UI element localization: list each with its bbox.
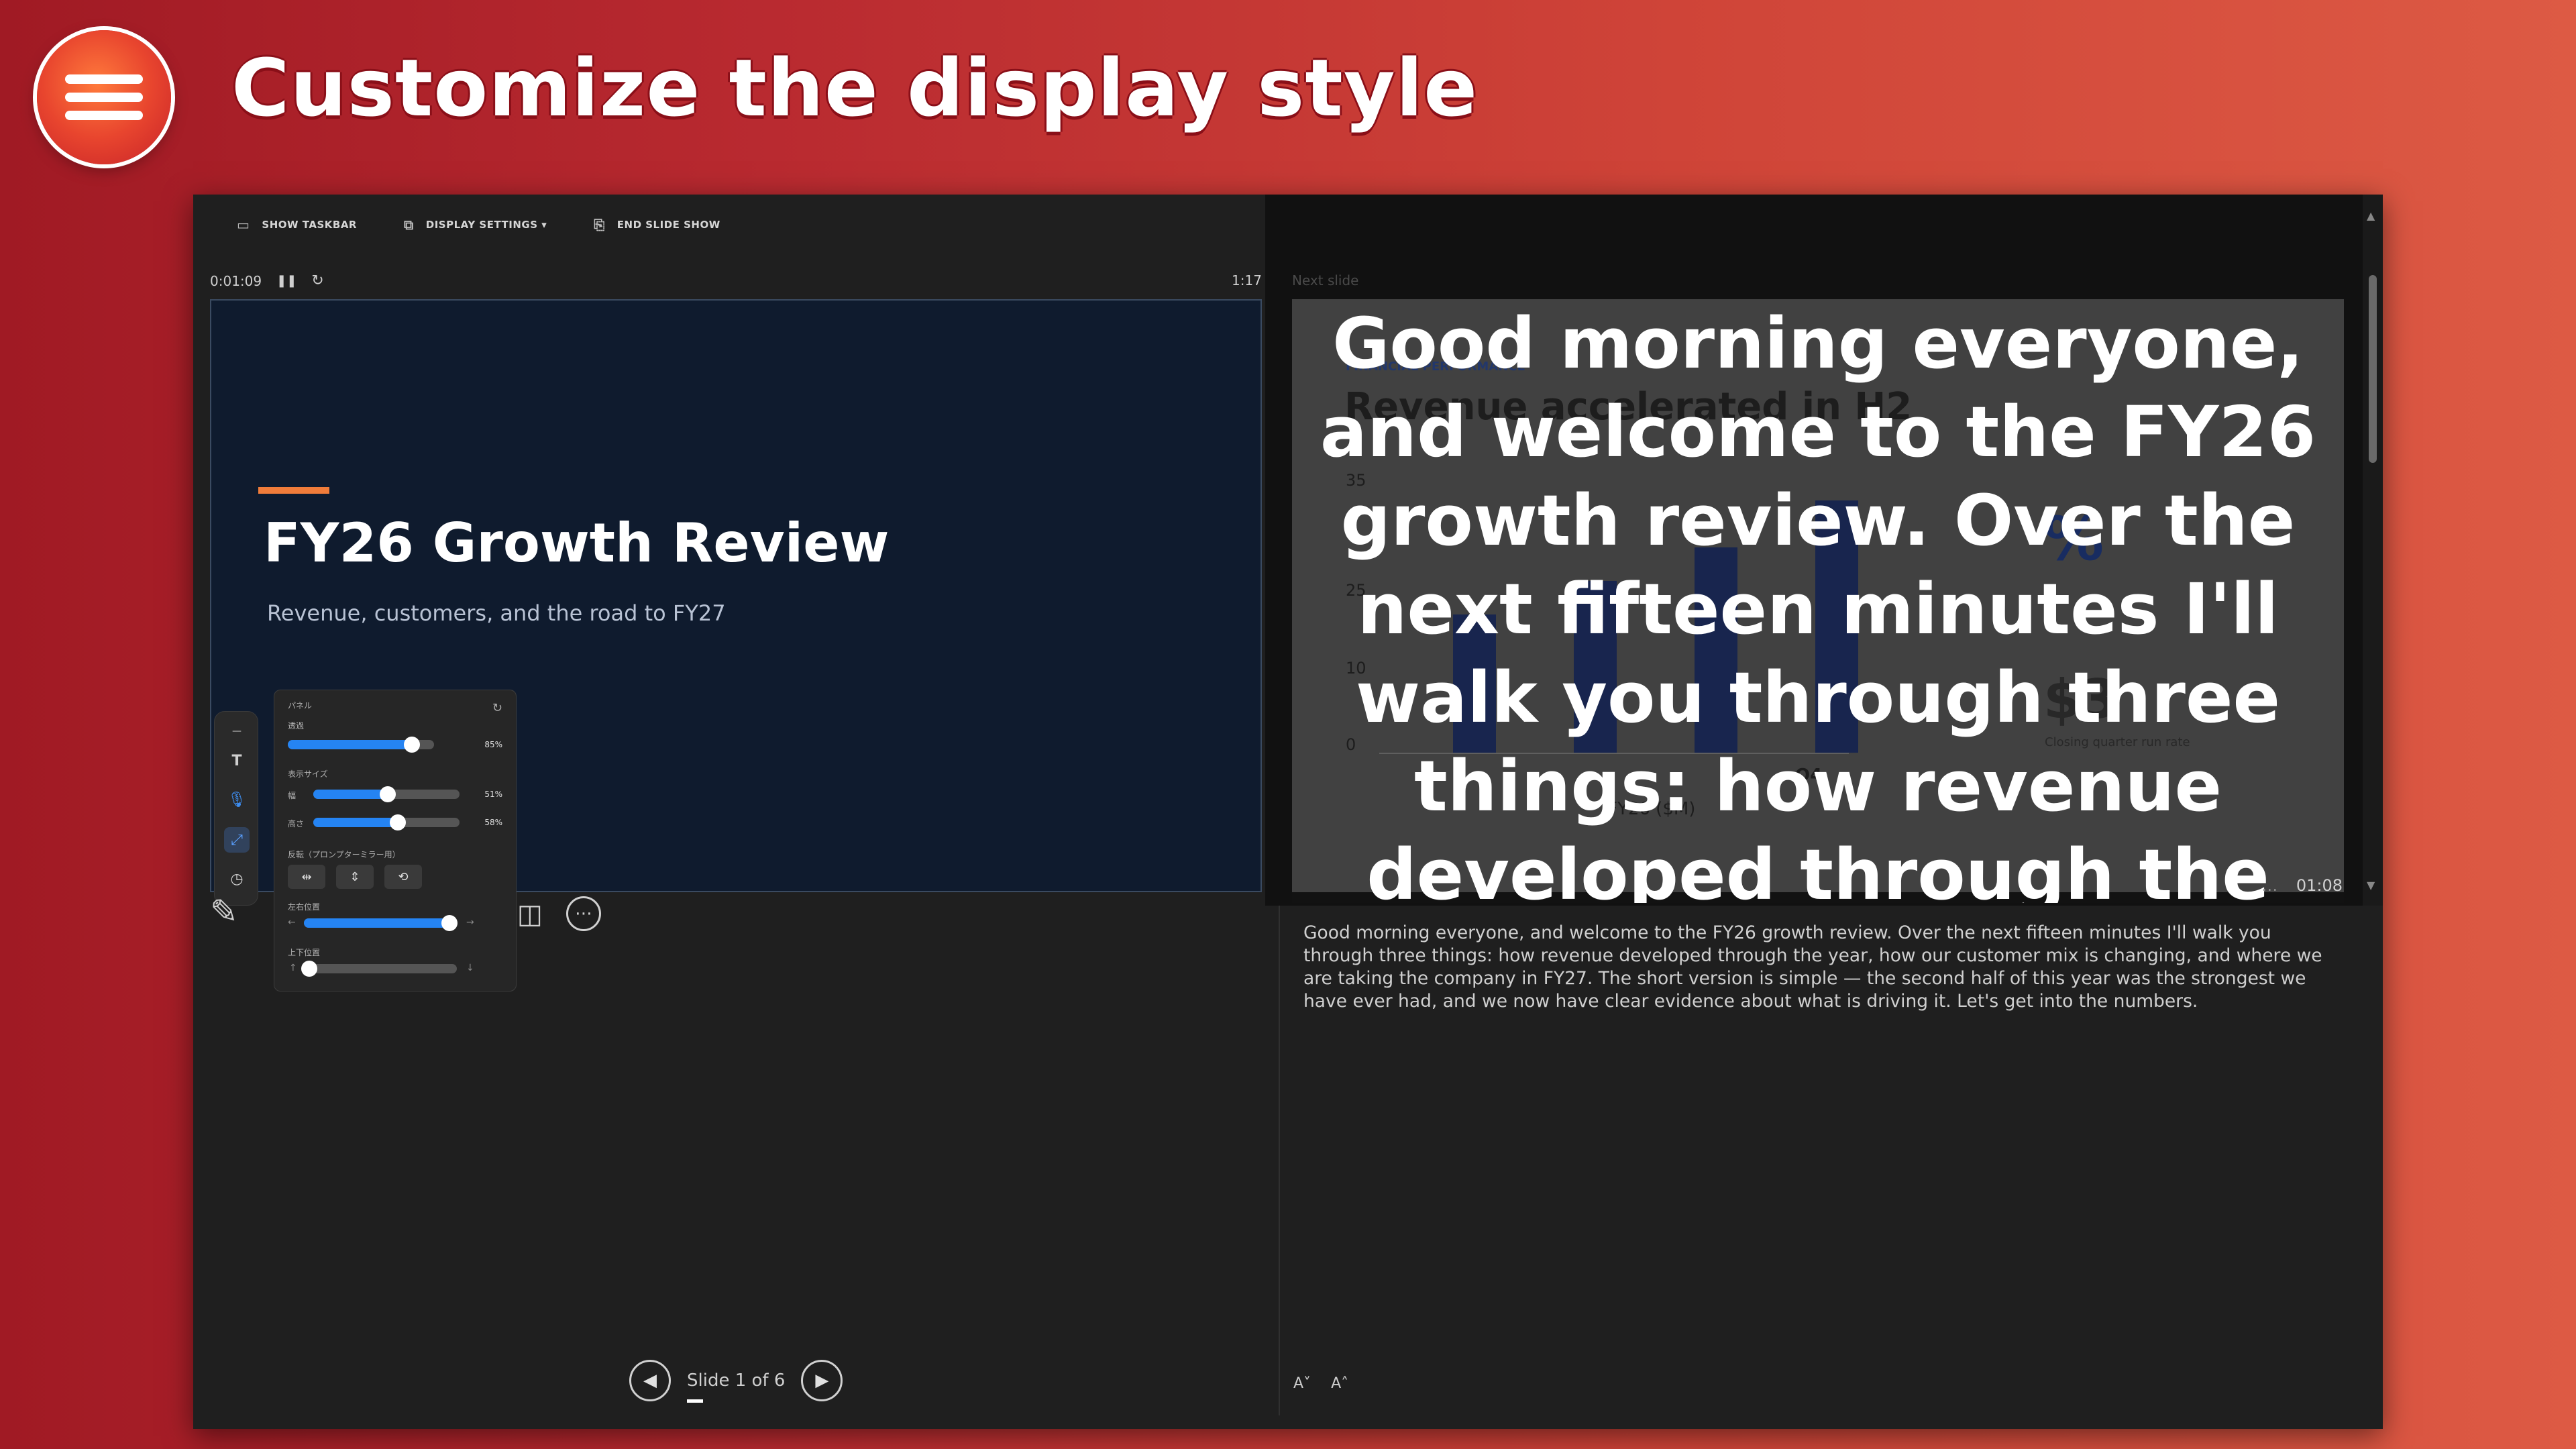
show-taskbar-label: SHOW TASKBAR	[262, 219, 357, 231]
right-marker: →	[466, 917, 474, 928]
slide-subtitle: Revenue, customers, and the road to FY27	[267, 600, 726, 626]
collapse-icon[interactable]: —	[224, 718, 250, 744]
taskbar-icon: ▭	[237, 217, 250, 233]
pane-divider[interactable]	[1279, 899, 1280, 1415]
teleprompter-scrollbar[interactable]: ▲ ▼	[2363, 195, 2383, 906]
flip-vertical-button[interactable]: ⇕	[336, 865, 374, 889]
scrollbar-thumb[interactable]	[2369, 275, 2377, 463]
pen-icon[interactable]: ✎	[210, 892, 238, 931]
text-icon[interactable]: T	[224, 748, 250, 773]
next-slide-button[interactable]: ▶	[801, 1360, 843, 1401]
slide-navigation: ◀ Slide 1 of 6 ▶	[629, 1360, 843, 1403]
slide-accent-bar	[258, 487, 329, 494]
previous-slide-button[interactable]: ◀	[629, 1360, 671, 1401]
rotate-button[interactable]: ⟲	[384, 865, 422, 889]
panel-title: パネル	[288, 701, 313, 710]
decrease-font-button[interactable]: A˅	[1293, 1375, 1311, 1392]
width-value: 51%	[484, 790, 502, 799]
reset-icon[interactable]: ↻	[492, 701, 502, 715]
speaker-notes[interactable]: Good morning everyone, and welcome to th…	[1303, 922, 2337, 1013]
flip-label: 反転（プロンプターミラー用）	[288, 850, 400, 859]
slide-counter-label: Slide 1 of 6	[687, 1371, 786, 1391]
clock-icon[interactable]: ◷	[224, 866, 250, 892]
slide-title: FY26 Growth Review	[264, 512, 890, 574]
display-settings-button[interactable]: ⧉ DISPLAY SETTINGS ▾	[404, 217, 547, 233]
display-settings-label: DISPLAY SETTINGS ▾	[425, 219, 547, 231]
right-pane: Next slide FINANCIAL PERFORMANCE Revenue…	[1265, 195, 2383, 906]
tool-strip: — T 🎙 ⤢ ◷	[214, 711, 258, 906]
presenter-view-window: ▭ SHOW TASKBAR ⧉ DISPLAY SETTINGS ▾ ⎘ EN…	[193, 195, 2383, 1429]
menu-icon[interactable]	[37, 30, 171, 164]
horizontal-position-slider[interactable]	[304, 915, 458, 931]
increase-font-button[interactable]: A˄	[1331, 1375, 1348, 1392]
display-settings-icon: ⧉	[403, 217, 414, 233]
banner-title: Customize the display style	[231, 42, 1479, 134]
width-slider[interactable]	[313, 786, 460, 802]
height-label: 高さ	[288, 819, 305, 828]
opacity-slider[interactable]	[288, 737, 434, 753]
camera-icon[interactable]: ◫	[517, 899, 543, 930]
next-slide-label: Next slide	[1292, 272, 1359, 288]
end-show-icon: ⎘	[594, 217, 605, 233]
end-slide-show-button[interactable]: ⎘ END SLIDE SHOW	[594, 217, 720, 233]
down-marker: ↓	[466, 963, 474, 973]
width-label: 幅	[288, 791, 297, 800]
size-label: 表示サイズ	[288, 769, 328, 779]
elapsed-time: 0:01:09	[210, 272, 262, 289]
opacity-label: 透過	[288, 721, 305, 731]
teleprompter-time: … 01:08	[2261, 876, 2343, 895]
slide-counter: Slide 1 of 6	[687, 1371, 786, 1403]
show-taskbar-button[interactable]: ▭ SHOW TASKBAR	[237, 217, 357, 233]
left-marker: ←	[288, 917, 296, 928]
teleprompter-overlay: Good morning everyone, and welcome to th…	[1292, 299, 2344, 903]
microphone-icon[interactable]: 🎙	[224, 787, 250, 812]
scroll-down-icon[interactable]: ▼	[2367, 879, 2375, 892]
total-time: 1:17	[1232, 272, 1262, 288]
presenter-toolbar: ▭ SHOW TASKBAR ⧉ DISPLAY SETTINGS ▾ ⎘ EN…	[193, 195, 1267, 255]
resize-icon[interactable]: ⤢	[224, 827, 250, 853]
slide-progress-indicator	[687, 1399, 703, 1403]
up-marker: ↑	[289, 963, 297, 973]
teleprompter-time-muted: …	[2261, 876, 2278, 895]
pause-icon[interactable]: ❚❚	[276, 274, 297, 288]
opacity-value: 85%	[484, 740, 502, 749]
restart-icon[interactable]: ↻	[311, 272, 323, 289]
display-settings-panel: パネル ↻ 透過 85% 表示サイズ 幅 51% 高さ 58% 反転（プロンプタ…	[274, 690, 517, 991]
horizontal-position-label: 左右位置	[288, 902, 321, 912]
scroll-up-icon[interactable]: ▲	[2367, 209, 2375, 222]
end-slide-show-label: END SLIDE SHOW	[616, 219, 720, 231]
height-value: 58%	[484, 818, 502, 827]
font-size-controls: A˅ A˄	[1293, 1375, 1348, 1392]
vertical-position-label: 上下位置	[288, 948, 321, 957]
height-slider[interactable]	[313, 814, 460, 830]
vertical-position-slider[interactable]	[301, 961, 457, 977]
teleprompter-time-value: 01:08	[2296, 876, 2343, 895]
more-options-button[interactable]: ⋯	[566, 896, 601, 931]
flip-horizontal-button[interactable]: ⇹	[288, 865, 325, 889]
